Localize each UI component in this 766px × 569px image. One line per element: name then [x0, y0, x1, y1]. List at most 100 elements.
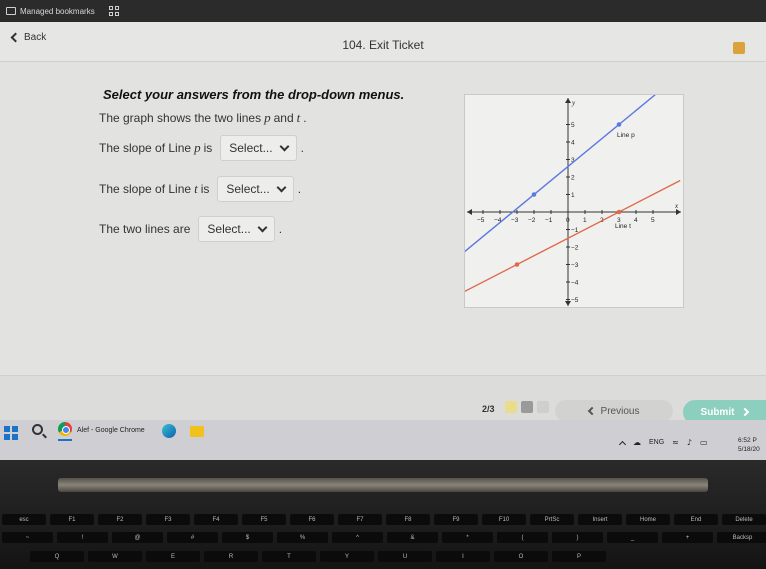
- key-letter[interactable]: U: [378, 551, 432, 562]
- y-tick-label: 2: [571, 175, 575, 182]
- managed-bookmarks-label: Managed bookmarks: [20, 6, 95, 16]
- clock[interactable]: 6:52 P 5/18/20: [738, 436, 760, 454]
- chevron-right-icon: [741, 407, 750, 417]
- reader-icon[interactable]: [733, 42, 745, 54]
- line-t-point: [616, 209, 622, 215]
- key-fn[interactable]: Insert: [578, 514, 622, 525]
- key-fn[interactable]: F2: [98, 514, 142, 525]
- x-tick-label: 5: [651, 217, 655, 224]
- x-axis-label: x: [674, 202, 679, 210]
- question-slope-p: The slope of Line p is Select... .: [99, 135, 304, 161]
- y-tick-label: 4: [571, 140, 575, 147]
- clock-time: 6:52 P: [738, 437, 757, 444]
- key-fn[interactable]: Delete: [722, 514, 766, 525]
- system-tray: ☁ ENG ≈ ♪ ▭: [618, 438, 708, 448]
- key-fn[interactable]: F7: [338, 514, 382, 525]
- key-letter[interactable]: T: [262, 551, 316, 562]
- slope-p-dropdown[interactable]: Select...: [220, 135, 297, 161]
- edge-icon[interactable]: [162, 424, 176, 438]
- battery-icon[interactable]: ▭: [700, 438, 708, 447]
- apps-grid-icon[interactable]: [108, 6, 119, 16]
- key-number[interactable]: #: [167, 532, 218, 543]
- x-tick-label: −2: [528, 217, 536, 224]
- x-tick-label: −1: [545, 217, 553, 224]
- key-fn[interactable]: F10: [482, 514, 526, 525]
- wifi-icon[interactable]: ≈: [672, 438, 679, 447]
- key-letter[interactable]: I: [436, 551, 490, 562]
- key-letter[interactable]: W: [88, 551, 142, 562]
- y-tick-label: −4: [571, 280, 579, 287]
- taskbar: Alef - Google Chrome ☁ ENG ≈ ♪ ▭ 6:52 P …: [0, 420, 766, 460]
- key-number[interactable]: +: [662, 532, 713, 543]
- y-axis-arrow: [565, 98, 571, 103]
- key-fn[interactable]: F5: [242, 514, 286, 525]
- key-fn[interactable]: F9: [434, 514, 478, 525]
- folder-icon: [6, 7, 16, 15]
- x-tick-label: 4: [634, 217, 638, 224]
- key-letter[interactable]: P: [552, 551, 606, 562]
- onedrive-icon[interactable]: ☁: [633, 438, 641, 447]
- key-number[interactable]: $: [222, 532, 273, 543]
- progress-marker-1[interactable]: [505, 401, 517, 413]
- x-tick-label: 1: [583, 217, 587, 224]
- search-icon[interactable]: [32, 424, 43, 435]
- screen: Managed bookmarks Back 104. Exit Ticket …: [0, 0, 766, 460]
- line-p-point: [616, 122, 622, 127]
- key-number[interactable]: (: [497, 532, 548, 543]
- key-number[interactable]: @: [112, 532, 163, 543]
- progress-marker-2[interactable]: [521, 401, 533, 413]
- slope-t-dropdown[interactable]: Select...: [217, 176, 294, 202]
- relationship-dropdown[interactable]: Select...: [198, 216, 275, 242]
- volume-icon[interactable]: ♪: [687, 438, 692, 447]
- key-fn[interactable]: F3: [146, 514, 190, 525]
- x-tick-label: −5: [477, 217, 485, 224]
- chevron-down-icon: [257, 222, 268, 232]
- key-fn[interactable]: F1: [50, 514, 94, 525]
- header-bar: Back 104. Exit Ticket: [0, 22, 766, 62]
- key-number[interactable]: %: [277, 532, 328, 543]
- question-relationship: The two lines are Select... .: [99, 216, 282, 242]
- key-number[interactable]: *: [442, 532, 493, 543]
- line-t-point: [514, 262, 520, 267]
- key-fn[interactable]: esc: [2, 514, 46, 525]
- chevron-down-icon: [279, 141, 290, 151]
- question-area: Select your answers from the drop-down m…: [0, 62, 766, 375]
- key-letter[interactable]: Q: [30, 551, 84, 562]
- previous-button[interactable]: Previous: [555, 400, 673, 422]
- key-fn[interactable]: F6: [290, 514, 334, 525]
- key-number[interactable]: !: [57, 532, 108, 543]
- taskbar-app-label[interactable]: Alef - Google Chrome: [77, 427, 145, 434]
- y-tick-label: 1: [571, 192, 575, 199]
- footer-bar: 2/3 Previous Submit: [0, 375, 766, 424]
- key-letter[interactable]: R: [204, 551, 258, 562]
- key-number[interactable]: ^: [332, 532, 383, 543]
- key-letter[interactable]: O: [494, 551, 548, 562]
- key-fn[interactable]: End: [674, 514, 718, 525]
- key-fn[interactable]: F4: [194, 514, 238, 525]
- managed-bookmarks-folder[interactable]: Managed bookmarks: [6, 7, 95, 16]
- key-number[interactable]: Backsp: [717, 532, 766, 543]
- language-indicator[interactable]: ENG: [649, 439, 664, 446]
- progress-marker-3[interactable]: [537, 401, 549, 413]
- windows-start-icon[interactable]: [4, 426, 18, 440]
- y-tick-label: −3: [571, 262, 579, 269]
- question-intro: The graph shows the two lines p and t.: [99, 110, 307, 125]
- chevron-left-icon: [587, 406, 596, 416]
- key-number[interactable]: ~: [2, 532, 53, 543]
- key-number[interactable]: &: [387, 532, 438, 543]
- file-explorer-icon[interactable]: [190, 426, 204, 437]
- key-fn[interactable]: F8: [386, 514, 430, 525]
- key-number[interactable]: ): [552, 532, 603, 543]
- key-fn[interactable]: PrtSc: [530, 514, 574, 525]
- key-number[interactable]: _: [607, 532, 658, 543]
- active-app-indicator: [58, 439, 72, 441]
- tray-overflow-icon[interactable]: [618, 440, 627, 448]
- y-tick-label: −2: [571, 245, 579, 252]
- page-title: 104. Exit Ticket: [342, 38, 424, 52]
- key-fn[interactable]: Home: [626, 514, 670, 525]
- chrome-icon[interactable]: [58, 422, 72, 436]
- key-letter[interactable]: E: [146, 551, 200, 562]
- y-tick-label: 5: [571, 122, 575, 129]
- clock-date: 5/18/20: [738, 446, 760, 453]
- key-letter[interactable]: Y: [320, 551, 374, 562]
